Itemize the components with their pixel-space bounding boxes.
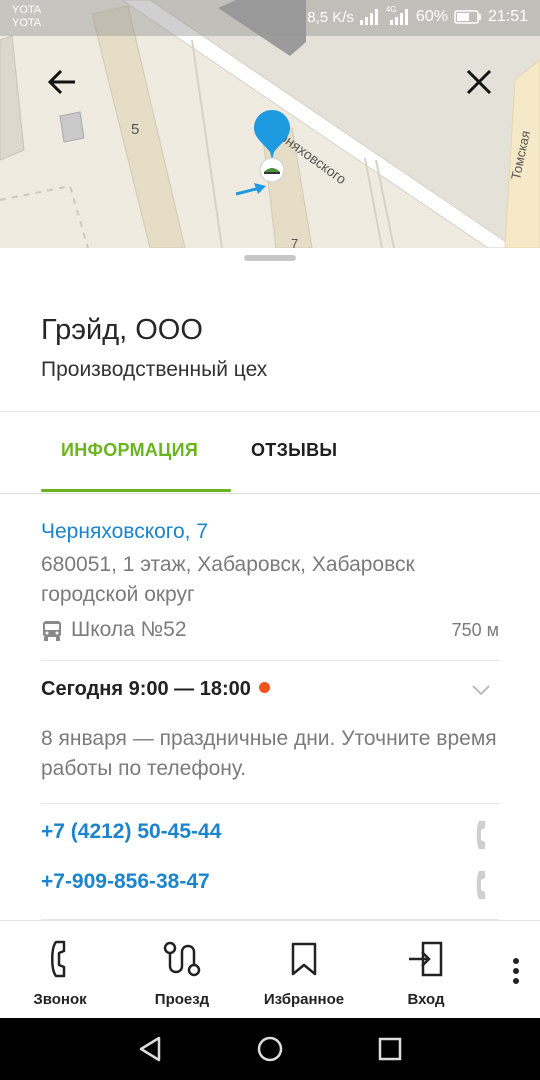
- location-pin-icon[interactable]: [252, 108, 292, 184]
- system-nav-bar: [0, 1018, 540, 1080]
- org-category: Производственный цех: [41, 358, 268, 381]
- status-dot: [258, 682, 270, 693]
- triangle-back-icon: [139, 1036, 161, 1062]
- hours-today: Сегодня 9:00 — 18:00: [41, 678, 251, 700]
- network-type: 4G: [385, 5, 397, 14]
- place-card: Грэйд, ООО Производственный цех ИНФОРМАЦ…: [0, 248, 540, 920]
- nav-home-button[interactable]: [253, 1032, 287, 1066]
- house-number-7: 7: [291, 236, 299, 248]
- back-button[interactable]: [38, 58, 86, 106]
- transit-stop-name: Школа №52: [71, 618, 187, 641]
- route-label: Проезд: [154, 991, 210, 1008]
- phone-row[interactable]: +7-909-856-38-47: [41, 870, 499, 900]
- signal-icon: [359, 9, 380, 25]
- carrier-1: YOTA: [12, 4, 42, 16]
- map-view[interactable]: 5 7 Черняховского Томская YOTA YOTA 8,5 …: [0, 0, 540, 248]
- phone-icon[interactable]: [475, 820, 489, 850]
- carrier-2: YOTA: [12, 17, 42, 29]
- clock: 21:51: [487, 8, 528, 25]
- call-label: Звонок: [33, 991, 87, 1008]
- route-icon: [122, 939, 242, 979]
- tab-bar: ИНФОРМАЦИЯ ОТЗЫВЫ: [0, 413, 540, 493]
- nav-back-button[interactable]: [133, 1032, 167, 1066]
- active-tab-indicator: [41, 489, 231, 492]
- phone-icon: [0, 939, 120, 979]
- phone-row[interactable]: +7 (4212) 50-45-44: [41, 820, 499, 850]
- address-detail: 680051, 1 этаж, Хабаровск, Хабаровск гор…: [41, 553, 415, 606]
- net-speed: 8,5 K/s: [307, 8, 354, 26]
- bottom-toolbar: Звонок Проезд Избранное Вход: [0, 920, 540, 1018]
- square-recents-icon: [378, 1037, 402, 1061]
- divider: [0, 411, 540, 412]
- route-button[interactable]: Проезд: [122, 939, 242, 1008]
- transit-row[interactable]: Школа №52 750 м: [41, 618, 499, 644]
- drag-handle[interactable]: [244, 255, 296, 261]
- entrance-arrow-icon: [235, 183, 266, 196]
- bookmark-label: Избранное: [263, 991, 345, 1008]
- divider: [0, 493, 540, 494]
- bookmark-icon: [244, 939, 364, 979]
- bookmark-button[interactable]: Избранное: [244, 939, 364, 1008]
- hours-note: 8 января — праздничные дни. Уточните вре…: [41, 727, 497, 780]
- entrance-icon: [366, 939, 486, 979]
- phone-number[interactable]: +7 (4212) 50-45-44: [41, 820, 221, 844]
- carrier-labels: YOTA YOTA: [12, 4, 41, 30]
- call-button[interactable]: Звонок: [0, 939, 120, 1008]
- entrance-label: Вход: [407, 991, 445, 1008]
- battery-icon: [454, 10, 482, 24]
- more-vertical-icon: [513, 958, 519, 984]
- chevron-down-icon[interactable]: [471, 684, 491, 696]
- arrow-left-icon: [47, 69, 75, 95]
- divider: [41, 660, 499, 661]
- status-bar: YOTA YOTA 8,5 K/s 4G 60% 21:51: [0, 0, 540, 36]
- hours-row[interactable]: Сегодня 9:00 — 18:00: [41, 678, 499, 706]
- close-icon: [466, 69, 492, 95]
- battery-percent: 60%: [415, 8, 448, 25]
- signal-4g-icon: 4G: [386, 5, 410, 25]
- status-indicators: 8,5 K/s 4G 60% 21:51: [307, 5, 528, 26]
- phone-number[interactable]: +7-909-856-38-47: [41, 870, 210, 894]
- org-name: Грэйд, ООО: [41, 314, 203, 346]
- entrance-button[interactable]: Вход: [366, 939, 486, 1008]
- more-button[interactable]: [500, 951, 532, 991]
- address-link[interactable]: Черняховского, 7: [41, 520, 208, 544]
- transit-distance: 750 м: [451, 620, 499, 640]
- tab-reviews[interactable]: ОТЗЫВЫ: [251, 440, 337, 461]
- bus-icon: [43, 621, 61, 641]
- phone-icon[interactable]: [475, 870, 489, 900]
- nav-recents-button[interactable]: [373, 1032, 407, 1066]
- house-number-5: 5: [131, 121, 140, 138]
- close-button[interactable]: [455, 58, 503, 106]
- divider: [41, 803, 499, 804]
- circle-home-icon: [257, 1036, 283, 1062]
- tab-information[interactable]: ИНФОРМАЦИЯ: [61, 440, 198, 461]
